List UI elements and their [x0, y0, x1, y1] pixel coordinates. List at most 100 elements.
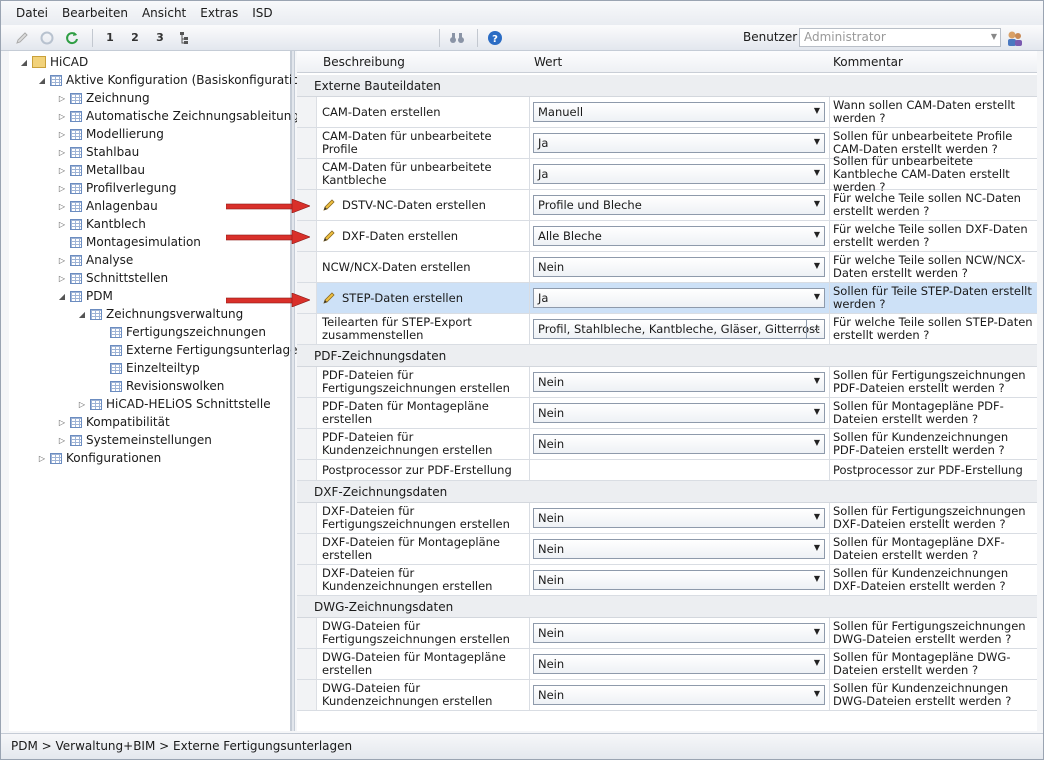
value-dropdown[interactable]: Nein ▼ [533, 403, 825, 423]
value-dropdown[interactable]: Nein ▼ [533, 257, 825, 277]
value-dropdown[interactable]: Nein ▼ [533, 434, 825, 454]
row-gutter[interactable] [297, 159, 317, 189]
expand-arrow-icon[interactable]: ▷ [57, 256, 67, 265]
setting-row[interactable]: DSTV-NC-Daten erstellen Profile und Blech… [297, 190, 1037, 221]
expand-arrow-icon[interactable]: ▷ [57, 112, 67, 121]
setting-value-cell[interactable] [529, 460, 829, 480]
value-dropdown[interactable]: Ja ▼ [533, 164, 825, 184]
row-gutter[interactable] [297, 97, 317, 127]
level-1-icon[interactable]: 1 [99, 28, 121, 48]
value-dropdown[interactable]: Alle Bleche ▼ [533, 226, 825, 246]
tree-item[interactable]: ▷ Stahlbau [57, 143, 139, 161]
level-3-icon[interactable]: 3 [149, 28, 171, 48]
row-gutter[interactable] [297, 618, 317, 648]
value-dropdown[interactable]: Ja ▼ [533, 133, 825, 153]
setting-row[interactable]: NCW/NCX-Daten erstellen Nein ▼ Für welche T… [297, 252, 1037, 283]
tree-item[interactable]: ▷ Konfigurationen [37, 449, 161, 467]
setting-row[interactable]: DXF-Dateien für Montagepläne erstellen Ne… [297, 534, 1037, 565]
row-gutter[interactable] [297, 460, 317, 480]
expand-arrow-icon[interactable]: ▷ [57, 130, 67, 139]
expand-arrow-icon[interactable]: ▷ [57, 418, 67, 427]
tree-item[interactable]: ▷ Modellierung [57, 125, 164, 143]
setting-row[interactable]: DXF-Dateien für Fertigungszeichnungen er… [297, 503, 1037, 534]
binoculars-icon[interactable] [446, 28, 468, 48]
expand-arrow-icon[interactable]: ▷ [57, 220, 67, 229]
expand-arrow-icon[interactable]: ▷ [57, 202, 67, 211]
splitter[interactable] [291, 51, 295, 731]
setting-row[interactable]: DWG-Dateien für Montagepläne erstellen Ne… [297, 649, 1037, 680]
setting-row[interactable]: DWG-Dateien für Fertigungszeichnungen er… [297, 618, 1037, 649]
value-dropdown[interactable]: Ja ▼ [533, 288, 825, 308]
tree-item[interactable]: Revisionswolken [97, 377, 224, 395]
row-gutter[interactable] [297, 680, 317, 710]
expand-arrow-icon[interactable]: ▷ [37, 454, 47, 463]
menu-datei[interactable]: Datei [9, 6, 55, 20]
row-gutter[interactable] [297, 649, 317, 679]
tree-item[interactable]: ▷ Anlagenbau [57, 197, 158, 215]
value-dropdown[interactable]: Nein ▼ [533, 570, 825, 590]
setting-row[interactable]: DWG-Dateien für Kundenzeichnungen erstel… [297, 680, 1037, 711]
row-gutter[interactable] [297, 534, 317, 564]
tree-item[interactable]: Externe Fertigungsunterlagen [97, 341, 305, 359]
column-beschreibung[interactable]: Beschreibung [323, 55, 405, 69]
setting-row[interactable]: CAM-Daten erstellen Manuell ▼ Wann sollen C… [297, 97, 1037, 128]
menu-ansicht[interactable]: Ansicht [135, 6, 193, 20]
benutzer-combobox[interactable]: Administrator ▼ [799, 28, 1001, 47]
tree-item[interactable]: ▷ Metallbau [57, 161, 145, 179]
setting-row[interactable]: PDF-Dateien für Kundenzeichnungen erstel… [297, 429, 1037, 460]
collapse-arrow-icon[interactable]: ◢ [19, 58, 29, 67]
tree-item[interactable]: Einzelteiltyp [97, 359, 200, 377]
row-gutter[interactable] [297, 503, 317, 533]
column-wert[interactable]: Wert [534, 55, 562, 69]
setting-row[interactable]: Teilearten für STEP-Export zusammenstell… [297, 314, 1037, 345]
row-gutter[interactable] [297, 252, 317, 282]
tree-item[interactable]: Montagesimulation [57, 233, 201, 251]
tree-item[interactable]: ▷ Analyse [57, 251, 133, 269]
setting-row[interactable]: CAM-Daten für unbearbeitete Kantbleche Ja… [297, 154, 1037, 193]
value-dropdown[interactable]: Nein ▼ [533, 539, 825, 559]
value-dropdown[interactable]: Manuell ▼ [533, 102, 825, 122]
tree-item[interactable]: ◢ PDM [57, 287, 113, 305]
value-dropdown[interactable]: Nein ▼ [533, 508, 825, 528]
tree-item[interactable]: ▷ Schnittstellen [57, 269, 168, 287]
users-icon[interactable] [1005, 28, 1025, 48]
row-gutter[interactable] [297, 398, 317, 428]
row-gutter[interactable] [297, 314, 317, 344]
setting-row[interactable]: PDF-Dateien für Fertigungszeichnungen er… [297, 367, 1037, 398]
expand-arrow-icon[interactable]: ▷ [57, 166, 67, 175]
menu-isd[interactable]: ISD [245, 6, 279, 20]
collapse-arrow-icon[interactable]: ◢ [57, 292, 67, 301]
value-dropdown[interactable]: Nein ▼ [533, 623, 825, 643]
tree-item[interactable]: ◢ Aktive Konfiguration (Basiskonfiguratio… [37, 71, 312, 89]
expand-arrow-icon[interactable]: ▷ [57, 148, 67, 157]
expand-arrow-icon[interactable]: ▷ [57, 436, 67, 445]
tree-item[interactable]: ◢ HiCAD [19, 53, 88, 71]
setting-row[interactable]: DXF-Daten erstellen Alle Bleche ▼ Für welch… [297, 221, 1037, 252]
refresh-icon[interactable] [61, 28, 83, 48]
row-gutter[interactable] [297, 128, 317, 158]
tree-item[interactable]: ▷ HiCAD-HELiOS Schnittstelle [77, 395, 271, 413]
expand-arrow-icon[interactable]: ▷ [77, 400, 87, 409]
value-dropdown[interactable]: Nein ▼ [533, 654, 825, 674]
tree-item[interactable]: ▷ Kantblech [57, 215, 146, 233]
row-gutter[interactable] [297, 429, 317, 459]
value-dropdown[interactable]: Nein ▼ [533, 685, 825, 705]
setting-row[interactable]: Postprocessor zur PDF-Erstellung Postproc… [297, 460, 1037, 481]
help-icon[interactable]: ? [484, 28, 506, 48]
tree-item[interactable]: ▷ Profilverlegung [57, 179, 177, 197]
tree-item[interactable]: ▷ Automatische Zeichnungsableitung [57, 107, 299, 125]
tree-item[interactable]: ▷ Systemeinstellungen [57, 431, 212, 449]
menu-bearbeiten[interactable]: Bearbeiten [55, 6, 135, 20]
setting-row[interactable]: PDF-Daten für Montagepläne erstellen Nein… [297, 398, 1037, 429]
ellipsis-button[interactable]: ... [806, 320, 824, 338]
value-picker[interactable]: Profil, Stahlbleche, Kantbleche, Gläser,… [533, 319, 825, 339]
tree-item[interactable]: ◢ Zeichnungsverwaltung [77, 305, 243, 323]
collapse-arrow-icon[interactable]: ◢ [37, 76, 47, 85]
setting-row[interactable]: DXF-Dateien für Kundenzeichnungen erstel… [297, 565, 1037, 596]
edit-icon[interactable] [11, 28, 33, 48]
collapse-arrow-icon[interactable]: ◢ [77, 310, 87, 319]
value-dropdown[interactable]: Nein ▼ [533, 372, 825, 392]
expand-arrow-icon[interactable]: ▷ [57, 184, 67, 193]
undo-icon[interactable] [36, 28, 58, 48]
level-2-icon[interactable]: 2 [124, 28, 146, 48]
